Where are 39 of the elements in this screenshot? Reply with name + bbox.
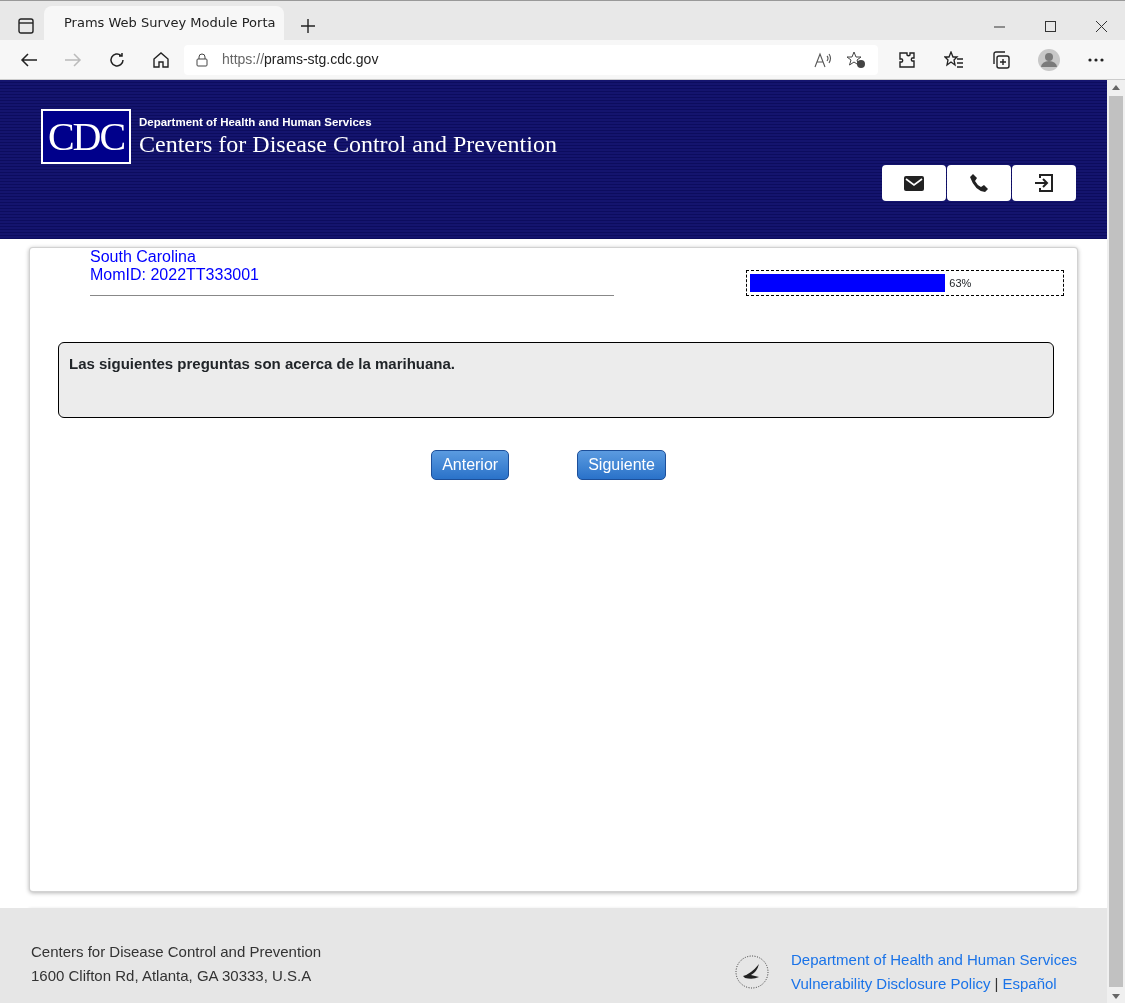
address-bar[interactable]: https://prams-stg.cdc.gov bbox=[184, 44, 878, 75]
read-aloud-icon[interactable] bbox=[814, 51, 832, 68]
back-icon[interactable] bbox=[20, 51, 38, 68]
browser-tab[interactable]: Prams Web Survey Module Porta bbox=[44, 6, 284, 40]
link-separator: | bbox=[994, 973, 999, 994]
sidebar-icon[interactable] bbox=[16, 16, 36, 36]
new-tab-icon[interactable] bbox=[298, 16, 318, 36]
favorites-icon[interactable] bbox=[944, 50, 964, 69]
mom-id: MomID: 2022TT333001 bbox=[90, 266, 260, 284]
footer-org: Centers for Disease Control and Prevention bbox=[31, 942, 322, 962]
question-text: Las siguientes preguntas son acerca de la marihuana. bbox=[58, 342, 1054, 418]
cdc-logo: CDC bbox=[41, 109, 131, 164]
sign-in-icon bbox=[1034, 173, 1054, 193]
email-button[interactable] bbox=[882, 165, 946, 201]
refresh-icon[interactable] bbox=[108, 50, 126, 69]
logout-button[interactable] bbox=[1012, 165, 1076, 201]
home-icon[interactable] bbox=[152, 50, 170, 69]
envelope-icon bbox=[904, 175, 924, 191]
state-name: South Carolina bbox=[90, 248, 197, 266]
spanish-link[interactable]: Español bbox=[1002, 971, 1057, 996]
collections-icon[interactable] bbox=[992, 50, 1010, 69]
close-icon[interactable] bbox=[1096, 21, 1107, 32]
progress-percent: 63% bbox=[949, 275, 972, 291]
department-name: Department of Health and Human Services bbox=[139, 115, 373, 130]
profile-avatar-icon[interactable] bbox=[1038, 48, 1060, 71]
phone-button[interactable] bbox=[947, 165, 1011, 201]
maximize-icon[interactable] bbox=[1045, 21, 1056, 32]
lock-icon bbox=[196, 52, 208, 67]
puzzle-icon[interactable] bbox=[898, 50, 916, 69]
next-button[interactable]: Siguiente bbox=[577, 450, 666, 480]
footer-address: 1600 Clifton Rd, Atlanta, GA 30333, U.S.A bbox=[31, 966, 313, 986]
agency-name: Centers for Disease Control and Prevention bbox=[139, 131, 557, 158]
scrollbar-thumb[interactable] bbox=[1109, 96, 1123, 987]
more-icon[interactable] bbox=[1088, 57, 1104, 62]
phone-icon bbox=[969, 173, 989, 193]
hhs-link[interactable]: Department of Health and Human Services bbox=[791, 950, 1077, 968]
previous-button[interactable]: Anterior bbox=[431, 450, 510, 480]
star-plus-icon[interactable] bbox=[846, 50, 866, 69]
disclosure-policy-link[interactable]: Vulnerability Disclosure Policy bbox=[791, 971, 991, 996]
